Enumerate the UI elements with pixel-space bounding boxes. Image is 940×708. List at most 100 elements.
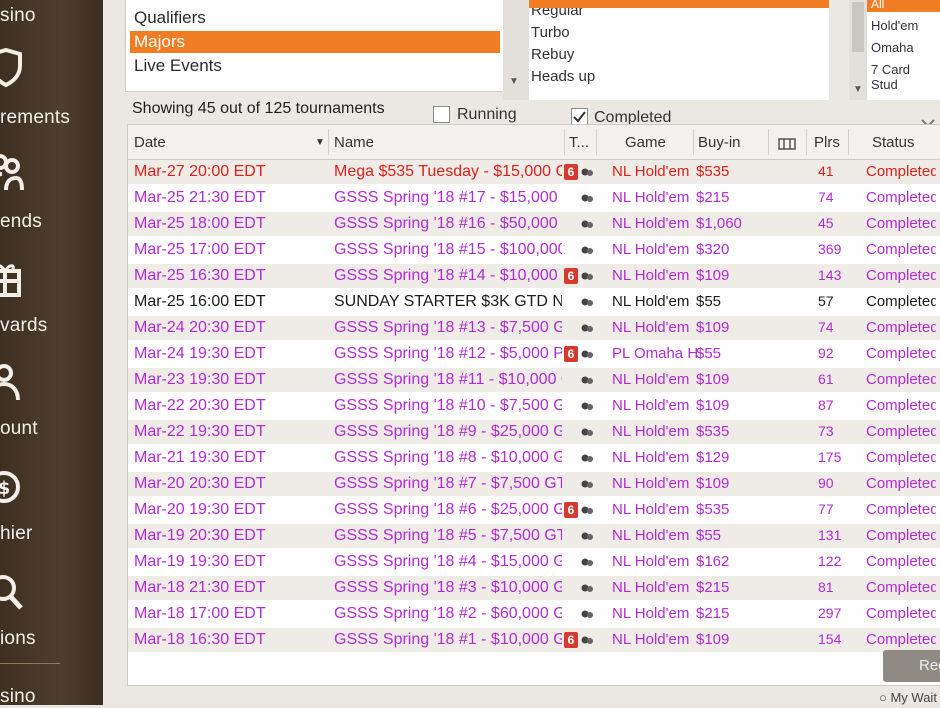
cell-game: NL Hold'em (612, 501, 690, 518)
tournament-type-icon (581, 194, 593, 202)
tournament-type-icon (581, 480, 593, 488)
cell-date: Mar-22 19:30 EDT (134, 423, 266, 440)
table-row[interactable]: Mar-22 19:30 EDT GSSS Spring '18 #9 - $25… (128, 420, 940, 444)
sidebar-item-label: vards (0, 315, 48, 336)
cell-date: Mar-25 21:30 EDT (134, 189, 266, 206)
sidebar-item-friends[interactable]: ends (0, 148, 103, 233)
running-checkbox[interactable] (433, 106, 450, 123)
cell-buyin: $55 (696, 345, 722, 362)
table-row[interactable]: Mar-21 19:30 EDT GSSS Spring '18 #8 - $10… (128, 446, 940, 470)
table-row[interactable]: Mar-20 20:30 EDT GSSS Spring '18 #7 - $7,… (128, 472, 940, 496)
game-item-selected[interactable]: All (867, 0, 940, 12)
cell-date: Mar-19 20:30 EDT (134, 527, 266, 544)
cell-status: Completed (866, 371, 936, 388)
completed-checkbox[interactable] (571, 108, 588, 125)
sort-desc-icon[interactable]: ▼ (315, 137, 325, 148)
cell-status: Completed (866, 579, 936, 596)
table-row[interactable]: Mar-27 20:00 EDT Mega $535 Tuesday - $15,… (128, 160, 940, 184)
column-divider[interactable] (596, 129, 597, 155)
column-divider[interactable] (806, 129, 807, 155)
sidebar-item-casino[interactable]: sino (0, 0, 103, 40)
cell-players: 297 (818, 605, 842, 621)
svg-text:$: $ (0, 478, 10, 499)
game-scrollbar[interactable]: ▼ (849, 0, 867, 100)
category-item[interactable]: Qualifiers (130, 7, 500, 29)
sidebar-item-promotions[interactable]: ions (0, 568, 103, 653)
table-row[interactable]: Mar-19 20:30 EDT GSSS Spring '18 #5 - $7,… (128, 524, 940, 548)
speed-item[interactable]: Heads up (531, 68, 595, 85)
cell-players: 81 (818, 579, 834, 595)
cell-game: NL Hold'em (612, 449, 690, 466)
cell-players: 45 (818, 215, 834, 231)
cell-name: GSSS Spring '18 #13 - $7,500 GT... (334, 319, 562, 336)
cell-name: GSSS Spring '18 #10 - $7,500 GT... (334, 397, 562, 414)
cell-buyin: $109 (696, 319, 730, 336)
category-item[interactable]: Live Events (130, 55, 500, 77)
cell-game: NL Hold'em (612, 319, 690, 336)
column-header-buyin[interactable]: Buy-in (698, 134, 741, 151)
sidebar-divider (0, 663, 60, 664)
column-header-game[interactable]: Game (625, 134, 666, 151)
cell-game: NL Hold'em (612, 423, 690, 440)
table-row[interactable]: Mar-25 16:30 EDT GSSS Spring '18 #14 - $1… (128, 264, 940, 288)
sidebar-item-rewards[interactable]: vards (0, 255, 103, 340)
column-header-status[interactable]: Status (872, 134, 915, 151)
table-row[interactable]: Mar-18 16:30 EDT GSSS Spring '18 #1 - $10… (128, 628, 940, 652)
column-divider[interactable] (328, 129, 329, 155)
column-divider[interactable] (768, 129, 769, 155)
speed-item[interactable]: Rebuy (531, 46, 574, 63)
table-row[interactable]: Mar-23 19:30 EDT GSSS Spring '18 #11 - $1… (128, 368, 940, 392)
table-row[interactable]: Mar-18 17:00 EDT GSSS Spring '18 #2 - $60… (128, 602, 940, 626)
column-header-name[interactable]: Name (334, 134, 374, 151)
table-row[interactable]: Mar-18 21:30 EDT GSSS Spring '18 #3 - $10… (128, 576, 940, 600)
column-header-type[interactable]: T... (569, 134, 589, 151)
cell-game: NL Hold'em (612, 189, 690, 206)
sidebar-item-account[interactable]: ount (0, 360, 103, 445)
column-divider[interactable] (693, 129, 694, 155)
tournament-type-icon (581, 454, 593, 462)
sidebar-item-casino-2[interactable]: sino (0, 680, 103, 707)
column-header-date[interactable]: Date (134, 134, 166, 151)
six-max-badge: 6 (564, 502, 578, 518)
game-item[interactable]: 7 Card Stud (871, 62, 940, 92)
game-item[interactable]: Hold'em (871, 18, 918, 33)
table-row[interactable]: Mar-25 18:00 EDT GSSS Spring '18 #16 - $5… (128, 212, 940, 236)
cell-status: Completed (866, 631, 936, 648)
cell-status: Completed (866, 215, 936, 232)
shield-icon (0, 48, 22, 88)
table-seats-icon[interactable] (778, 137, 796, 151)
table-row[interactable]: Mar-25 17:00 EDT GSSS Spring '18 #15 - $1… (128, 238, 940, 262)
speed-item[interactable]: Turbo (531, 24, 570, 41)
cell-name: GSSS Spring '18 #11 - $10,000 G... (334, 371, 562, 388)
cell-players: 77 (818, 501, 834, 517)
column-header-plrs[interactable]: Plrs (814, 134, 840, 151)
category-item-selected[interactable]: Majors (130, 31, 500, 53)
scroll-thumb[interactable] (852, 2, 864, 52)
sidebar-item-cashier[interactable]: $ hier (0, 465, 103, 550)
cell-date: Mar-27 20:00 EDT (134, 163, 266, 180)
column-divider[interactable] (564, 129, 565, 155)
table-row[interactable]: Mar-20 19:30 EDT GSSS Spring '18 #6 - $25… (128, 498, 940, 522)
table-row[interactable]: Mar-24 20:30 EDT GSSS Spring '18 #13 - $7… (128, 316, 940, 340)
tournament-table: Date ▼ Name T... Game Buy-in Plrs Status… (127, 124, 940, 686)
category-list[interactable]: Qualifiers Majors Live Events (125, 0, 505, 92)
cell-date: Mar-18 21:30 EDT (134, 579, 266, 596)
cell-game: NL Hold'em (612, 267, 690, 284)
sidebar-item-achievements[interactable]: rements (0, 45, 103, 130)
chevron-down-icon[interactable]: ▼ (853, 84, 863, 95)
cell-buyin: $215 (696, 189, 730, 206)
table-row[interactable]: Mar-25 21:30 EDT GSSS Spring '18 #17 - $1… (128, 186, 940, 210)
my-waiting-list-option[interactable]: ○ My Wait (879, 690, 937, 705)
table-row[interactable]: Mar-24 19:30 EDT GSSS Spring '18 #12 - $5… (128, 342, 940, 366)
game-list[interactable]: All Hold'em Omaha 7 Card Stud (867, 0, 940, 100)
game-item[interactable]: Omaha (871, 40, 914, 55)
table-row[interactable]: Mar-25 16:00 EDT SUNDAY STARTER $3K GTD N… (128, 290, 940, 314)
speed-list[interactable]: Regular Turbo Rebuy Heads up (529, 0, 829, 100)
table-row[interactable]: Mar-19 19:30 EDT GSSS Spring '18 #4 - $15… (128, 550, 940, 574)
register-button[interactable]: Reg (883, 650, 940, 682)
chevron-down-icon[interactable]: ▼ (509, 76, 519, 87)
table-row[interactable]: Mar-22 20:30 EDT GSSS Spring '18 #10 - $7… (128, 394, 940, 418)
sidebar-item-label: ends (0, 211, 43, 232)
column-divider[interactable] (848, 129, 849, 155)
category-scrollbar[interactable]: ▼ (503, 0, 529, 100)
